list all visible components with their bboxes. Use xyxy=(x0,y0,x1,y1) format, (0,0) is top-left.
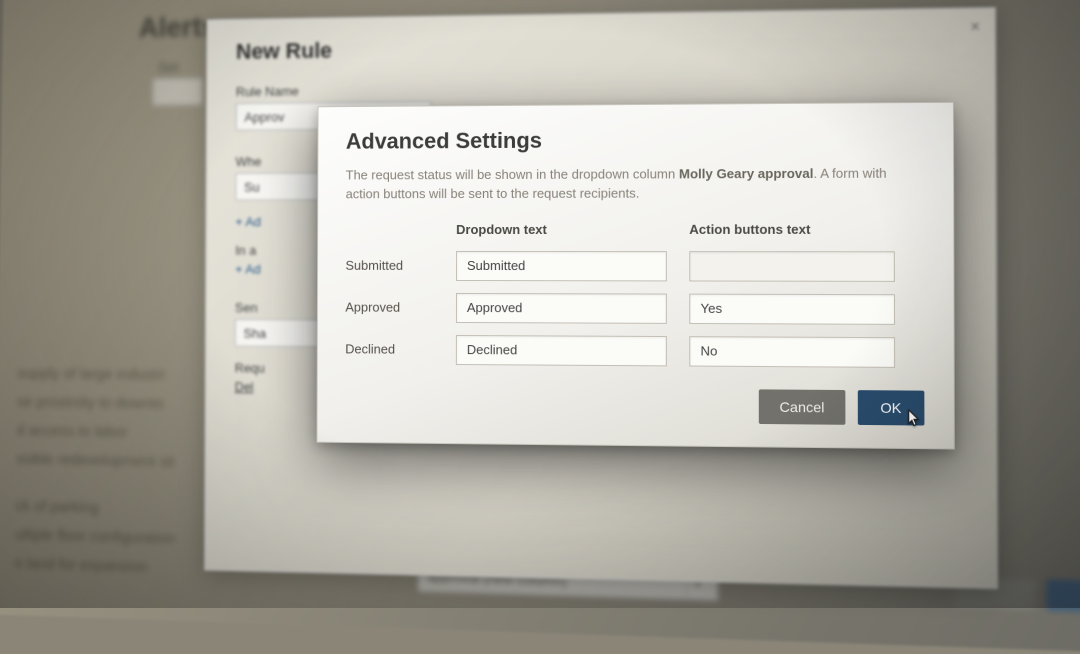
dropdown-text-header: Dropdown text xyxy=(456,222,667,239)
declined-row-label: Declined xyxy=(345,342,434,357)
new-rule-title: New Rule xyxy=(236,29,963,65)
approved-dropdown-input[interactable]: Approved xyxy=(456,293,667,324)
approved-action-input[interactable]: Yes xyxy=(689,293,895,324)
advanced-settings-description: The request status will be shown in the … xyxy=(346,164,912,204)
declined-dropdown-input[interactable]: Declined xyxy=(456,335,667,366)
bg-set-label: Set xyxy=(158,56,179,79)
adv-desc-part1: The request status will be shown in the … xyxy=(346,166,679,182)
adv-desc-column-name: Molly Geary approval xyxy=(679,166,813,182)
bg-set-input xyxy=(153,78,203,105)
close-icon[interactable]: × xyxy=(970,19,980,38)
advanced-settings-title: Advanced Settings xyxy=(346,125,924,154)
bg-save-button[interactable] xyxy=(1046,579,1080,613)
ok-button[interactable]: OK xyxy=(858,390,925,425)
advanced-settings-footer: Cancel OK xyxy=(345,386,924,425)
advanced-settings-dialog: Advanced Settings The request status wil… xyxy=(317,102,955,449)
advanced-settings-grid: Dropdown text Action buttons text Submit… xyxy=(345,221,924,368)
approved-row-label: Approved xyxy=(345,300,434,315)
declined-action-input[interactable]: No xyxy=(689,336,895,368)
submitted-row-label: Submitted xyxy=(345,258,434,273)
ok-button-label: OK xyxy=(880,399,901,416)
action-buttons-text-header: Action buttons text xyxy=(689,221,895,238)
submitted-action-input[interactable] xyxy=(689,251,895,282)
rule-name-label: Rule Name xyxy=(236,77,963,100)
submitted-dropdown-input[interactable]: Submitted xyxy=(456,251,667,281)
cursor-icon xyxy=(908,409,923,428)
cancel-button[interactable]: Cancel xyxy=(759,389,845,424)
